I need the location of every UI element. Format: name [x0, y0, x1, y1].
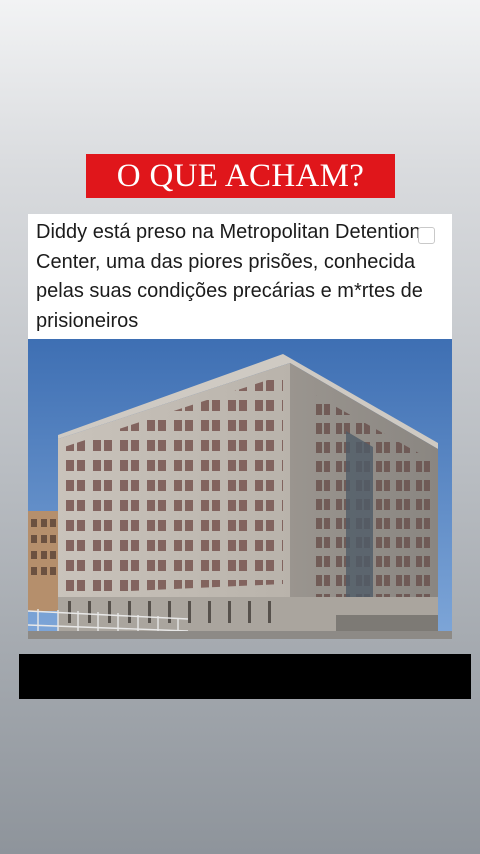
black-bar	[19, 654, 471, 699]
banner-title: O QUE ACHAM?	[116, 157, 365, 194]
building-photo	[28, 339, 452, 639]
title-banner: O QUE ACHAM?	[86, 154, 395, 198]
checkbox-icon[interactable]	[418, 227, 435, 244]
post-text: Diddy está preso na Metropolitan Detenti…	[36, 221, 423, 332]
post-card[interactable]: Diddy está preso na Metropolitan Detenti…	[28, 214, 452, 639]
